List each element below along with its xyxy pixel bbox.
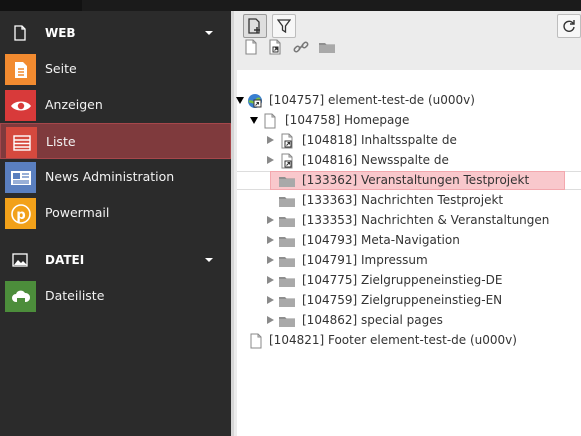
expand-toggle-icon[interactable] [267,156,274,164]
tree-node-label: [104759] Zielgruppeneinstieg-EN [302,293,503,307]
module-menu: WEB Seite Anzeigen Liste News Administra… [0,11,231,436]
module-liste[interactable]: Liste [0,123,231,159]
shortcut-page-icon [281,153,293,169]
tree-node-label: [104816] Newsspalte de [302,153,449,167]
module-anzeigen-label: Anzeigen [45,97,103,112]
top-bar-right [82,0,581,11]
globe-icon [248,94,262,108]
expand-toggle-icon[interactable] [267,136,274,144]
expand-toggle-icon[interactable] [267,296,274,304]
refresh-button[interactable] [557,14,581,38]
module-powermail[interactable]: p Powermail [0,195,231,231]
chevron-down-icon[interactable] [205,31,213,35]
expand-toggle-icon[interactable] [236,97,244,104]
folder-icon [279,297,295,307]
tree-node-label: [133353] Nachrichten & Veranstaltungen [302,213,550,227]
expand-toggle-icon[interactable] [267,236,274,244]
tree-node-label: [104793] Meta-Navigation [302,233,460,247]
expand-toggle-icon[interactable] [267,276,274,284]
cloud-folder-icon [5,281,36,312]
shortcut-page-icon[interactable] [266,38,284,56]
expand-toggle-icon[interactable] [250,117,258,124]
new-page-icon [248,18,260,34]
tree-node-label: [133363] Nachrichten Testprojekt [302,193,504,207]
tree-node-label: [104818] Inhaltsspalte de [302,133,457,147]
tree-node[interactable]: [104862] special pages [266,311,566,331]
page-icon [250,333,262,349]
typo3-backend: WEB Seite Anzeigen Liste News Administra… [0,0,581,436]
module-anzeigen[interactable]: Anzeigen [0,87,231,123]
tree-node-label: [133362] Veranstaltungen Testprojekt [302,173,530,187]
module-liste-label: Liste [46,134,76,149]
folder-icon [279,277,295,287]
tree-node[interactable]: [133353] Nachrichten & Veranstaltungen [266,211,566,231]
folder-icon[interactable] [318,38,336,56]
folder-icon [279,217,295,227]
group-datei[interactable]: DATEI [0,242,231,278]
tree-node[interactable]: [104759] Zielgruppeneinstieg-EN [266,291,566,311]
tree-node-label: [104821] Footer element-test-de (u000v) [269,333,517,347]
news-icon [5,162,36,193]
svg-text:p: p [16,208,25,223]
page-icon [14,25,26,41]
tree-node[interactable]: [104775] Zielgruppeneinstieg-DE [266,271,566,291]
folder-icon [279,257,295,267]
tree-node[interactable]: [104793] Meta-Navigation [266,231,566,251]
tree-node-label: [104862] special pages [302,313,443,327]
tree-node[interactable]: [104816] Newsspalte de [266,151,566,171]
image-icon [12,253,28,267]
expand-toggle-icon[interactable] [267,316,274,324]
page-doc-icon [5,54,36,85]
module-dateiliste-label: Dateiliste [45,288,105,303]
group-datei-label: DATEI [45,253,85,267]
refresh-icon [563,20,575,32]
module-powermail-label: Powermail [45,205,110,220]
tree-node[interactable]: [133362] Veranstaltungen Testprojekt [266,171,566,191]
eye-icon [5,90,36,121]
filter-button[interactable] [272,14,296,38]
top-bar-left [0,0,82,11]
tree-node-root[interactable]: [104757] element-test-de (u000v) [236,91,536,111]
top-bar [0,0,581,11]
folder-icon [279,197,295,207]
list-icon [6,127,37,158]
tree-node-label: [104758] Homepage [285,113,410,127]
expand-toggle-icon[interactable] [267,216,274,224]
page-icon[interactable] [242,38,260,56]
module-dateiliste[interactable]: Dateiliste [0,278,231,314]
module-news-administration[interactable]: News Administration [0,159,231,195]
folder-icon [279,237,295,247]
filter-icon [277,19,291,33]
group-web-label: WEB [45,26,76,40]
powermail-icon: p [5,198,36,229]
tree-node-footer[interactable]: [104821] Footer element-test-de (u000v) [248,331,568,351]
group-web[interactable]: WEB [0,15,231,51]
module-seite-label: Seite [45,61,77,76]
tree-node[interactable]: [104791] Impressum [266,251,566,271]
link-icon[interactable] [292,38,310,56]
tree-node-label: [104791] Impressum [302,253,428,267]
tree-node[interactable]: [104818] Inhaltsspalte de [266,131,566,151]
expand-toggle-icon[interactable] [267,256,274,264]
new-page-button[interactable] [243,14,267,38]
tree-node-label: [104775] Zielgruppeneinstieg-DE [302,273,503,287]
page-icon [264,113,276,129]
tree-node[interactable]: [133363] Nachrichten Testprojekt [266,191,566,211]
panel-resizer[interactable] [231,11,234,436]
tree-node-label: [104757] element-test-de (u000v) [269,93,475,107]
shortcut-page-icon [281,133,293,149]
module-news-administration-label: News Administration [45,169,175,184]
folder-icon [279,177,295,187]
chevron-down-icon[interactable] [205,258,213,262]
folder-icon [279,317,295,327]
tree-node-homepage[interactable]: [104758] Homepage [250,111,550,131]
module-seite[interactable]: Seite [0,51,231,87]
